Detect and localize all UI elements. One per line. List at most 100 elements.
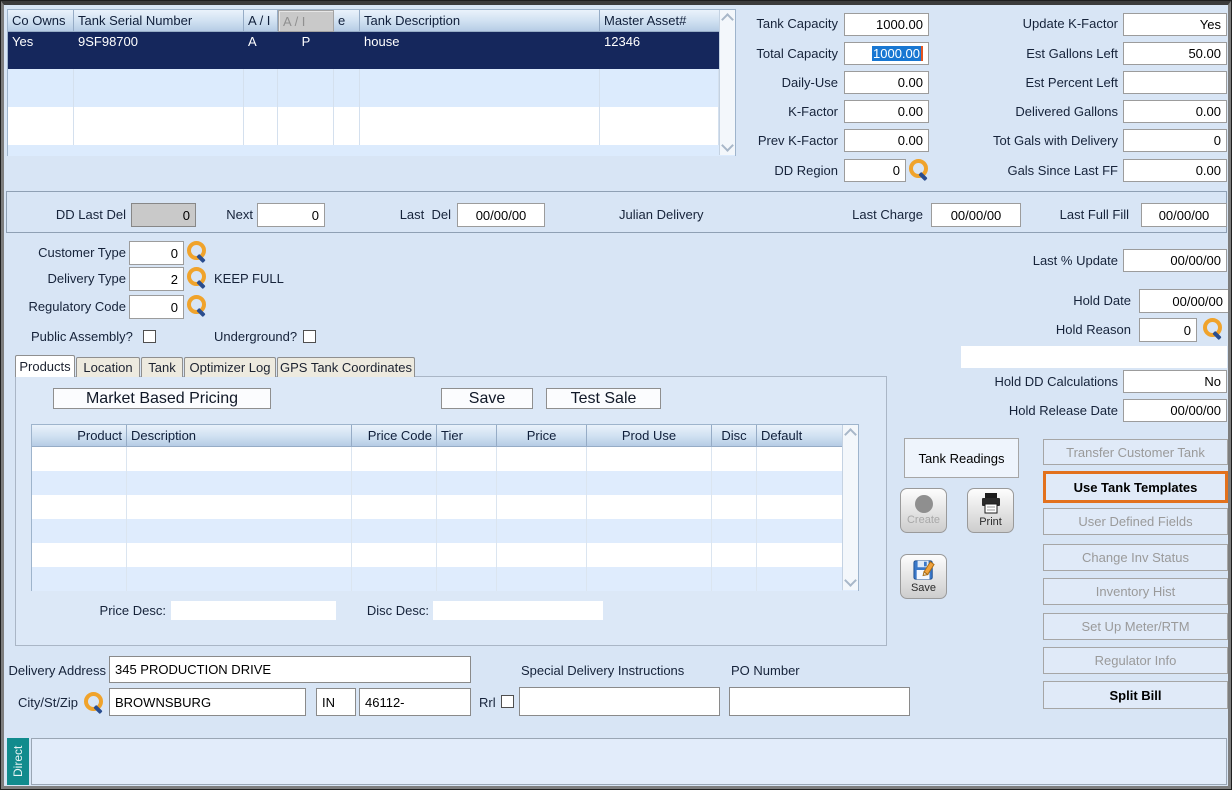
set-up-meter-rtm-button[interactable]: Set Up Meter/RTM	[1043, 613, 1228, 640]
inventory-hist-button[interactable]: Inventory Hist	[1043, 578, 1228, 605]
scroll-down-icon[interactable]	[844, 574, 857, 587]
tab-optimizer-log[interactable]: Optimizer Log	[184, 357, 276, 377]
delivery-type-lookup-magnifier-icon[interactable]	[185, 266, 209, 290]
public-assembly-checkbox[interactable]	[143, 330, 156, 343]
transfer-customer-tank-button[interactable]: Transfer Customer Tank	[1043, 439, 1228, 465]
user-defined-fields-button[interactable]: User Defined Fields	[1043, 508, 1228, 535]
price-desc-label: Price Desc:	[99, 603, 166, 618]
last-charge-field[interactable]: 00/00/00	[931, 203, 1021, 227]
product-row-empty[interactable]	[32, 495, 858, 519]
col-header-serial[interactable]: Tank Serial Number	[74, 10, 244, 32]
test-sale-button[interactable]: Test Sale	[546, 388, 661, 409]
delivered-gallons-label: Delivered Gallons	[1015, 104, 1118, 119]
update-k-factor-field[interactable]: Yes	[1123, 13, 1227, 36]
tab-gps-tank-coordinates[interactable]: GPS Tank Coordinates	[277, 357, 415, 377]
regulatory-code-lookup-magnifier-icon[interactable]	[185, 294, 209, 318]
col-header-co-owns[interactable]: Co Owns	[8, 10, 74, 32]
k-factor-field[interactable]: 0.00	[844, 100, 929, 123]
tank-row-selected[interactable]: Yes 9SF98700 A P house 12346	[8, 32, 735, 69]
selected-text: 1000.00	[872, 46, 921, 61]
tank-readings-button[interactable]: Tank Readings	[904, 438, 1019, 478]
po-number-label: PO Number	[731, 663, 800, 678]
rrl-checkbox[interactable]	[501, 695, 514, 708]
product-row-empty[interactable]	[32, 519, 858, 543]
city-lookup-magnifier-icon[interactable]	[82, 691, 106, 715]
products-save-button[interactable]: Save	[441, 388, 533, 409]
hold-reason-description-field	[961, 346, 1227, 368]
tank-row-empty[interactable]	[8, 69, 735, 107]
hold-release-date-field[interactable]: 00/00/00	[1123, 399, 1227, 422]
daily-use-label: Daily-Use	[781, 75, 838, 90]
last-full-fill-field[interactable]: 00/00/00	[1141, 203, 1227, 227]
hold-reason-lookup-magnifier-icon[interactable]	[1201, 317, 1225, 341]
special-delivery-instructions-field[interactable]	[519, 687, 720, 716]
tank-row-empty[interactable]	[8, 107, 735, 145]
dd-region-label: DD Region	[774, 163, 838, 178]
delivery-address-field[interactable]: 345 PRODUCTION DRIVE	[109, 656, 471, 683]
col-header-partial[interactable]: e	[334, 10, 360, 32]
hold-date-field[interactable]: 00/00/00	[1139, 289, 1229, 313]
create-button[interactable]: Create	[900, 488, 947, 533]
regulatory-code-field[interactable]: 0	[129, 295, 184, 319]
tab-direct[interactable]: Direct	[7, 738, 29, 785]
delivered-gallons-field[interactable]: 0.00	[1123, 100, 1227, 123]
delivery-type-label: Delivery Type	[47, 271, 126, 286]
regulator-info-button[interactable]: Regulator Info	[1043, 647, 1228, 674]
product-row-empty[interactable]	[32, 471, 858, 495]
underground-checkbox[interactable]	[303, 330, 316, 343]
est-percent-left-field[interactable]	[1123, 71, 1227, 94]
col-header-default: Default	[757, 425, 843, 447]
regulatory-code-label: Regulatory Code	[28, 299, 126, 314]
daily-use-field[interactable]: 0.00	[844, 71, 929, 94]
customer-type-field[interactable]: 0	[129, 241, 184, 265]
products-table-scrollbar[interactable]	[842, 425, 858, 590]
hold-reason-field[interactable]: 0	[1139, 318, 1197, 342]
split-bill-button[interactable]: Split Bill	[1043, 681, 1228, 709]
delivery-type-field[interactable]: 2	[129, 267, 184, 291]
col-header-master-asset[interactable]: Master Asset#	[600, 10, 719, 32]
update-k-factor-label: Update K-Factor	[1022, 16, 1118, 31]
last-del-field[interactable]: 00/00/00	[457, 203, 545, 227]
tab-products[interactable]: Products	[15, 355, 75, 377]
dd-region-field[interactable]: 0	[844, 159, 906, 182]
col-header-prod-use: Prod Use	[587, 425, 712, 447]
col-header-price-code: Price Code	[352, 425, 437, 447]
last-pct-update-field[interactable]: 00/00/00	[1123, 249, 1227, 272]
tab-location[interactable]: Location	[76, 357, 140, 377]
disc-desc-field[interactable]	[433, 601, 603, 620]
tab-tank[interactable]: Tank	[141, 357, 183, 377]
gals-since-last-ff-field[interactable]: 0.00	[1123, 159, 1227, 182]
prev-k-factor-field[interactable]: 0.00	[844, 129, 929, 152]
product-row-empty[interactable]	[32, 567, 858, 591]
print-button[interactable]: Print	[967, 488, 1014, 533]
special-delivery-instructions-label: Special Delivery Instructions	[521, 663, 685, 678]
tot-gals-with-delivery-field[interactable]: 0	[1123, 129, 1227, 152]
last-full-fill-label: Last Full Fill	[1059, 207, 1129, 222]
zip-field[interactable]: 46112-	[359, 688, 471, 716]
change-inv-status-button[interactable]: Change Inv Status	[1043, 544, 1228, 571]
tank-capacity-field[interactable]: 1000.00	[844, 13, 929, 36]
underground-label: Underground?	[214, 329, 298, 344]
save-button[interactable]: Save	[900, 554, 947, 599]
market-based-pricing-button[interactable]: Market Based Pricing	[53, 388, 271, 409]
col-header-ai[interactable]: A / I	[244, 10, 278, 32]
city-field[interactable]: BROWNSBURG	[109, 688, 306, 716]
product-row-empty[interactable]	[32, 447, 858, 471]
product-row-empty[interactable]	[32, 543, 858, 567]
tank-list-grid: Co Owns Tank Serial Number A / I A / I e…	[7, 9, 736, 156]
print-button-label: Print	[979, 516, 1002, 528]
next-field[interactable]: 0	[257, 203, 325, 227]
state-field[interactable]: IN	[316, 688, 356, 716]
city-st-zip-label: City/St/Zip	[18, 695, 78, 710]
total-capacity-field[interactable]: 1000.00	[844, 42, 929, 65]
est-gallons-left-field[interactable]: 50.00	[1123, 42, 1227, 65]
use-tank-templates-button[interactable]: Use Tank Templates	[1043, 471, 1228, 503]
price-desc-field[interactable]	[171, 601, 336, 620]
po-number-field[interactable]	[729, 687, 910, 716]
scroll-up-icon[interactable]	[844, 428, 857, 441]
delivery-type-description: KEEP FULL	[214, 271, 284, 286]
dd-region-lookup-magnifier-icon[interactable]	[907, 158, 931, 182]
customer-type-lookup-magnifier-icon[interactable]	[185, 240, 209, 264]
col-header-description[interactable]: Tank Description	[360, 10, 600, 32]
hold-dd-calculations-field[interactable]: No	[1123, 370, 1227, 393]
